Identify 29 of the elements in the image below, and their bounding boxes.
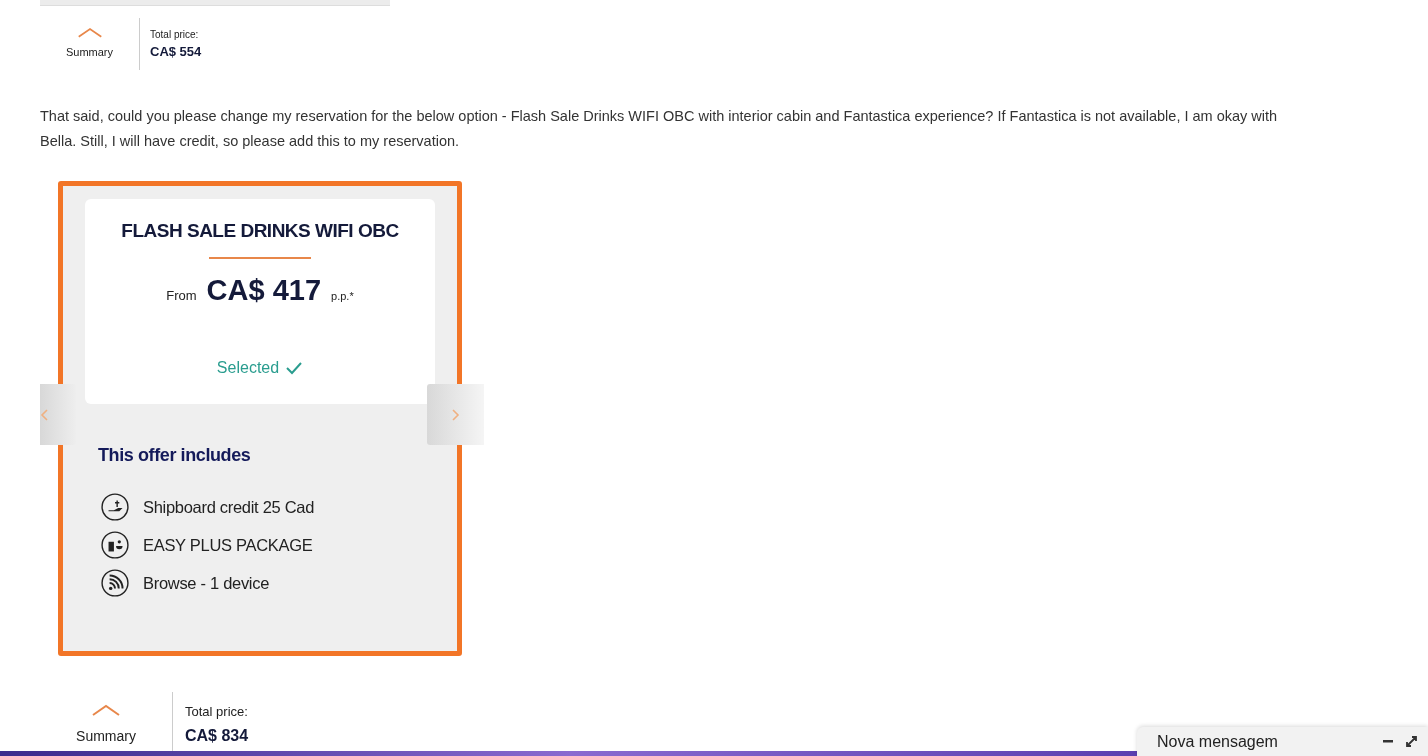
wifi-icon bbox=[101, 569, 129, 597]
drinks-icon bbox=[101, 531, 129, 559]
chevron-right-icon bbox=[452, 408, 460, 421]
price-card[interactable]: FLASH SALE DRINKS WIFI OBC From CA$ 417 p.p.* Selected bbox=[85, 199, 435, 404]
expand-icon[interactable] bbox=[1405, 735, 1418, 748]
chevron-up-icon[interactable] bbox=[91, 703, 121, 716]
compose-bar[interactable]: Nova mensagem bbox=[1137, 727, 1428, 756]
minimize-icon[interactable] bbox=[1383, 739, 1393, 744]
summary-label[interactable]: Summary bbox=[76, 725, 136, 747]
total-price: CA$ 834 bbox=[185, 725, 249, 746]
per-person-label: p.p.* bbox=[331, 288, 354, 304]
offer-item: EASY PLUS PACKAGE bbox=[143, 534, 313, 556]
total-price: CA$ 554 bbox=[150, 42, 202, 61]
includes-heading: This offer includes bbox=[98, 444, 251, 467]
chevron-up-icon[interactable] bbox=[76, 27, 103, 39]
from-label: From bbox=[166, 286, 197, 305]
offer-title: FLASH SALE DRINKS WIFI OBC bbox=[121, 219, 399, 243]
compose-title: Nova mensagem bbox=[1157, 731, 1278, 752]
offer-item: Shipboard credit 25 Cad bbox=[143, 496, 315, 518]
selected-label: Selected bbox=[216, 358, 280, 378]
offer-price: CA$ 417 bbox=[206, 272, 322, 308]
message-paragraph: That said, could you please change my reservation for the below option - Flash Sale Drinks WIFI OBC with interior cabin and Fantastica experience? If Fantastica is not available, I am okay with Bella. Still, I will have credit, so please add this to my reservation. bbox=[40, 107, 1279, 151]
check-icon bbox=[285, 361, 304, 375]
total-price-label: Total price: bbox=[185, 703, 249, 722]
total-price-label: Total price: bbox=[150, 27, 200, 42]
chevron-left-icon bbox=[40, 408, 48, 421]
summary-label[interactable]: Summary bbox=[65, 44, 114, 61]
offer-item: Browse - 1 device bbox=[143, 572, 270, 594]
hand-coin-icon bbox=[101, 493, 129, 521]
